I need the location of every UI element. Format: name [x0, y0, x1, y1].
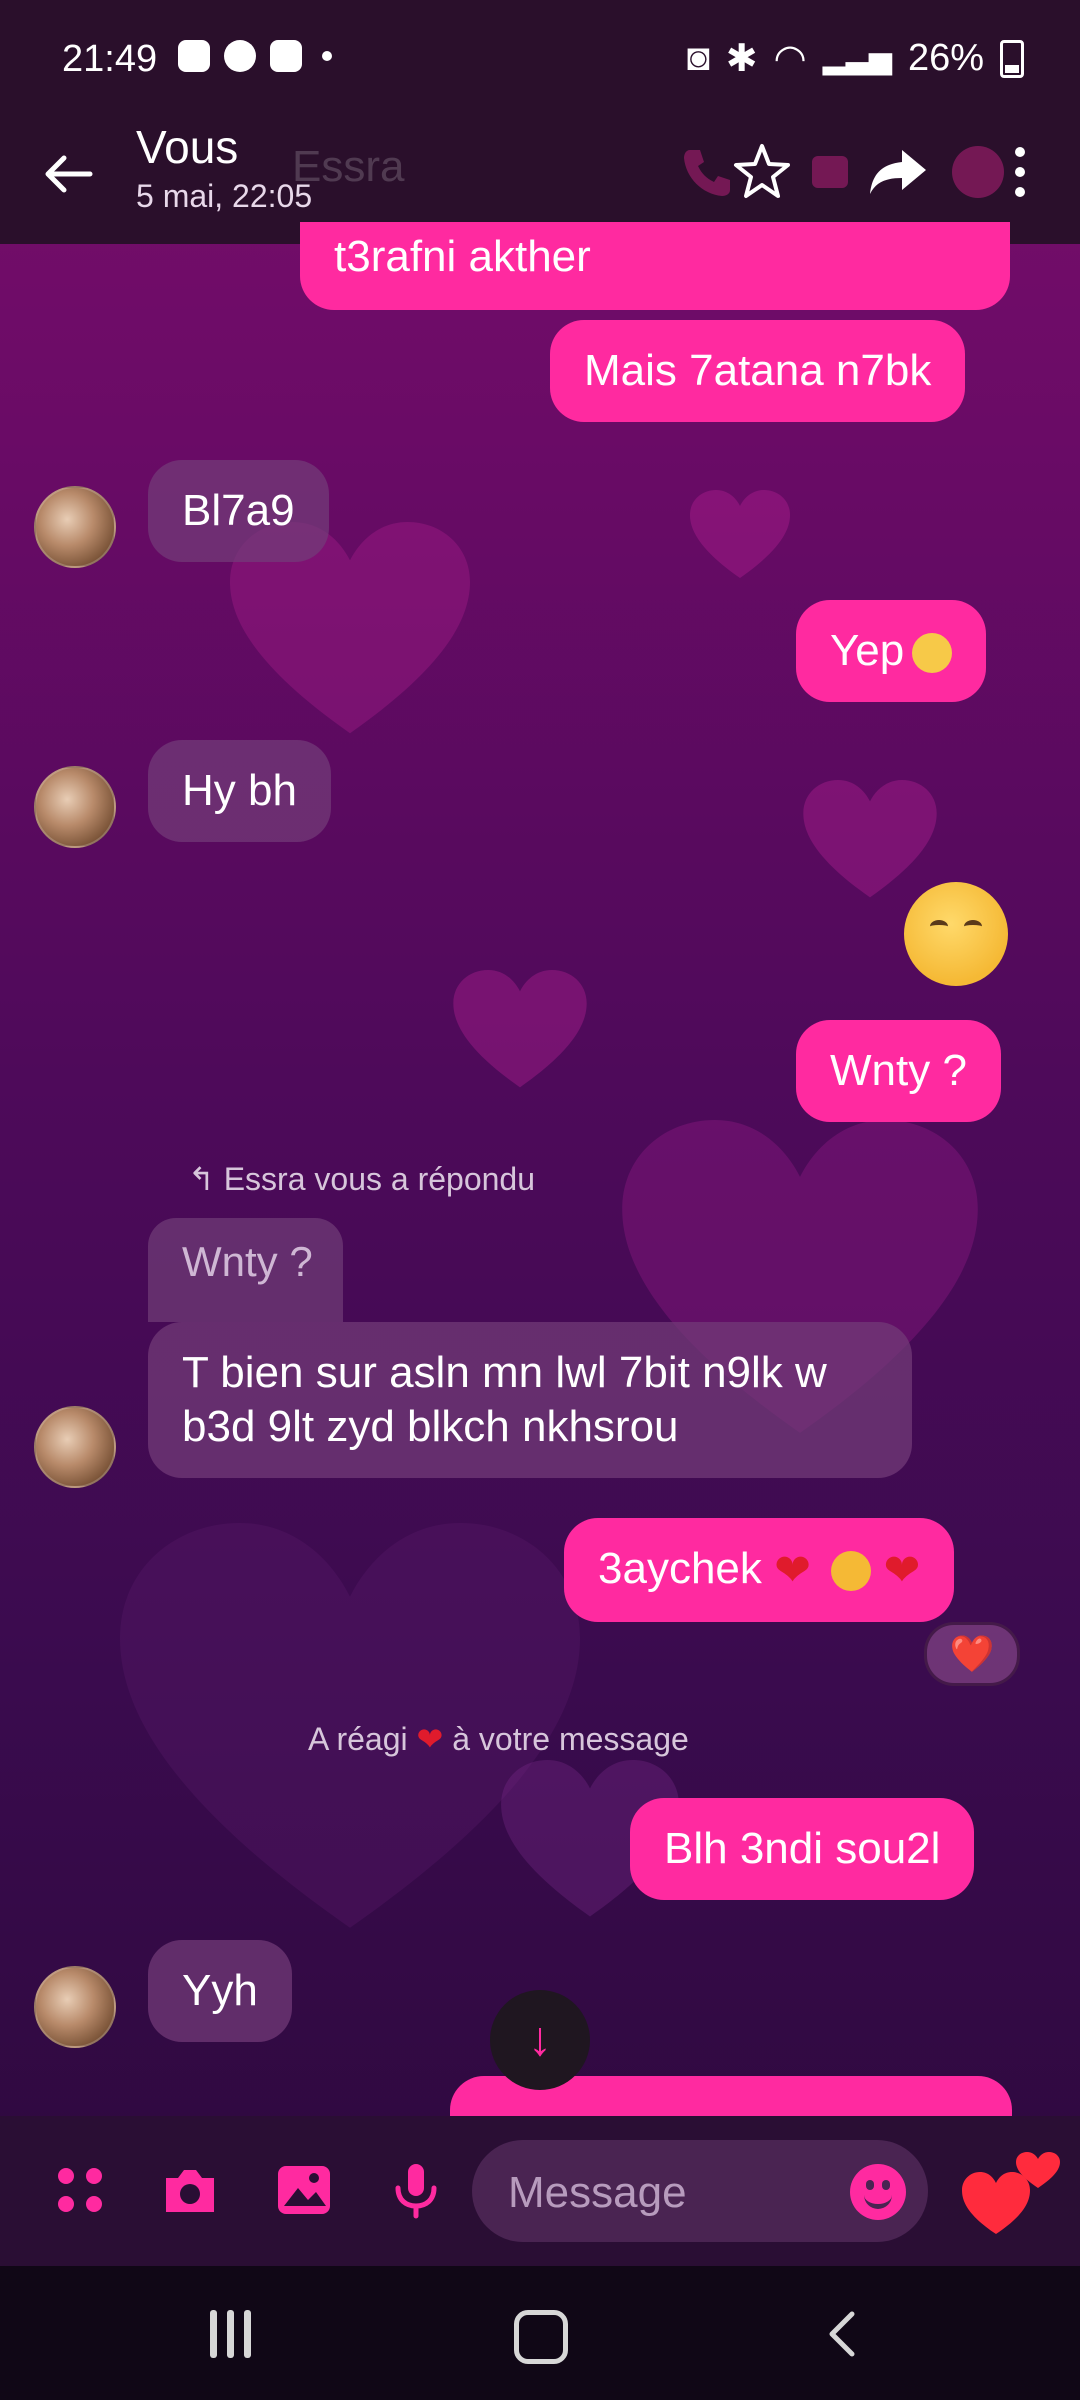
message-text: Mais 7atana n7bk: [584, 346, 932, 395]
smiling-hearts-emoji-icon: [831, 1551, 872, 1592]
message-text: t3rafni akther: [334, 232, 591, 281]
red-heart-emoji-icon: ❤: [883, 1546, 921, 1596]
nav-back-icon[interactable]: [822, 2310, 862, 2358]
status-bar: 21:49 ◙ ✱ ◠ ▂▃▅ 26%: [0, 0, 1080, 120]
app-icon: [270, 40, 302, 72]
avatar[interactable]: [34, 486, 116, 568]
scroll-to-bottom-button[interactable]: ↓: [490, 1990, 590, 2090]
shazam-icon: [224, 40, 256, 72]
message-bubble-incoming[interactable]: Bl7a9: [148, 460, 329, 562]
battery-icon: [1000, 39, 1024, 78]
microphone-icon[interactable]: [384, 2158, 448, 2222]
message-bubble-outgoing[interactable]: 3aychek ❤ ❤: [564, 1518, 955, 1623]
video-icon[interactable]: [806, 140, 870, 204]
background-heart-icon: [690, 490, 790, 580]
smiling-blush-emoji-icon[interactable]: [904, 882, 1008, 986]
battery-percent: 26%: [907, 37, 984, 79]
message-bubble-incoming[interactable]: T bien sur asln mn lwl 7bit n9lk w b3d 9…: [148, 1322, 912, 1478]
message-text: Yep: [830, 626, 905, 675]
arrow-down-icon: ↓: [528, 2013, 552, 2066]
message-text: 3aychek: [598, 1544, 762, 1593]
message-bubble-incoming[interactable]: Yyh: [148, 1940, 292, 2042]
emoji-icon[interactable]: [850, 2164, 906, 2220]
notification-icons: [178, 40, 332, 72]
more-icon[interactable]: [1000, 140, 1040, 204]
header-title: Vous: [136, 121, 239, 173]
status-time: 21:49: [62, 38, 158, 80]
message-text: Bl7a9: [182, 486, 295, 535]
smirk-emoji-icon: [912, 633, 953, 674]
reply-note-text: Essra vous a répondu: [223, 1161, 535, 1197]
message-text: T bien sur asln mn lwl 7bit n9lk w b3d 9…: [182, 1348, 827, 1451]
recent-apps-icon[interactable]: [210, 2310, 251, 2358]
message-text: Yyh: [182, 1966, 258, 2015]
status-right: ◙ ✱ ◠ ▂▃▅ 26%: [687, 36, 1024, 81]
gallery-icon: [178, 40, 210, 72]
forward-icon[interactable]: [866, 140, 930, 204]
signal-icon: ▂▃▅: [822, 42, 892, 75]
message-bubble-incoming[interactable]: Hy bh: [148, 740, 331, 842]
message-bubble-outgoing[interactable]: Yep: [796, 600, 987, 702]
reaction-badge[interactable]: ❤️: [924, 1622, 1020, 1686]
quoted-message[interactable]: Wnty ?: [148, 1218, 343, 1322]
reaction-system-note: A réagi ❤ à votre message: [308, 1720, 689, 1758]
red-heart-emoji-icon: ❤: [416, 1721, 444, 1757]
reply-note: ↰ Essra vous a répondu: [188, 1161, 535, 1197]
message-text: Blh 3ndi sou2l: [664, 1824, 941, 1873]
message-input-placeholder: Message: [508, 2168, 687, 2217]
system-note-text: à votre message: [452, 1721, 689, 1757]
message-text: Wnty ?: [830, 1046, 967, 1095]
wifi-icon: ◠: [773, 38, 807, 80]
message-bubble-outgoing[interactable]: Blh 3ndi sou2l: [630, 1798, 975, 1900]
star-icon[interactable]: [730, 140, 794, 204]
quoted-text: Wnty ?: [182, 1238, 313, 1285]
avatar[interactable]: [34, 1966, 116, 2048]
camera-icon[interactable]: [158, 2158, 222, 2222]
message-bubble-outgoing[interactable]: t3rafni akther: [300, 222, 1010, 310]
background-heart-icon: [450, 970, 590, 1090]
message-text: Hy bh: [182, 766, 297, 815]
system-note-text: A réagi: [308, 1721, 408, 1757]
system-nav-bar: [0, 2266, 1080, 2400]
data-saver-icon: ◙: [686, 37, 710, 79]
home-icon[interactable]: [514, 2310, 568, 2364]
message-bubble-outgoing[interactable]: Wnty ?: [796, 1020, 1001, 1122]
message-input[interactable]: Message: [472, 2140, 928, 2242]
hearts-icon[interactable]: [956, 2144, 1066, 2240]
avatar[interactable]: [34, 766, 116, 848]
avatar[interactable]: [34, 1406, 116, 1488]
gallery-icon[interactable]: [272, 2158, 336, 2222]
header-subtitle: 5 mai, 22:05: [136, 178, 313, 214]
reaction-emoji: ❤️: [949, 1633, 995, 1674]
background-heart-icon: [800, 780, 940, 900]
message-bubble-outgoing[interactable]: Mais 7atana n7bk: [550, 320, 966, 422]
back-arrow-icon[interactable]: [36, 142, 100, 206]
more-notifications-dot-icon: [322, 51, 332, 61]
bluetooth-icon: ✱: [725, 38, 758, 80]
red-heart-emoji-icon: ❤: [774, 1546, 811, 1596]
message-composer: Message: [0, 2116, 1080, 2266]
menu-dots-icon[interactable]: [48, 2158, 112, 2222]
